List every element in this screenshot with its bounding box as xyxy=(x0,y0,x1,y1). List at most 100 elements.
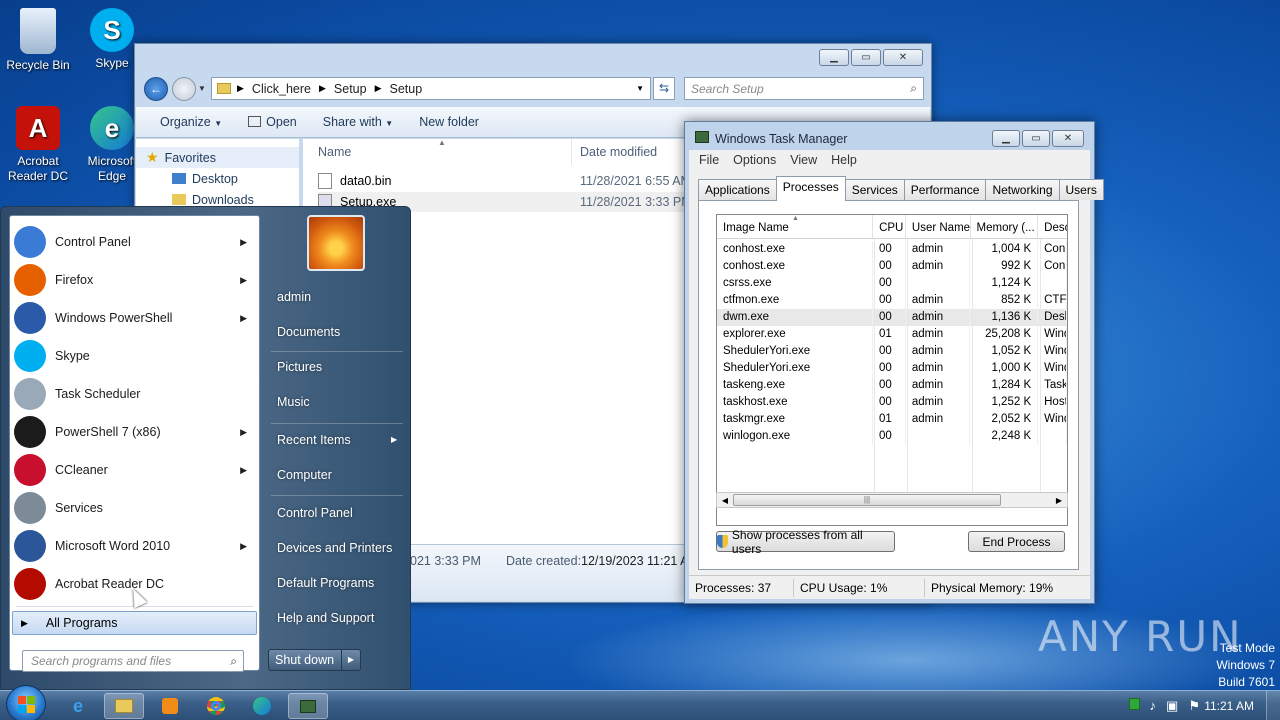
breadcrumb-item[interactable]: Setup xyxy=(334,82,367,96)
address-dropdown-icon[interactable]: ▼ xyxy=(636,84,644,93)
start-program-control-panel[interactable]: Control Panel ▶ xyxy=(14,224,257,260)
column-memory[interactable]: Memory (... xyxy=(971,215,1039,238)
start-right-item-help-and-support[interactable]: Help and Support xyxy=(269,603,407,634)
close-button[interactable]: ✕ xyxy=(883,49,923,66)
submenu-arrow-icon[interactable]: ▶ xyxy=(240,237,247,248)
tab-services[interactable]: Services xyxy=(844,179,905,200)
task-manager-taskbar-button[interactable] xyxy=(288,693,328,719)
tab-users[interactable]: Users xyxy=(1058,179,1104,200)
start-program-powershell7[interactable]: PowerShell 7 (x86) ▶ xyxy=(14,414,257,450)
desktop-icon-recycle-bin[interactable]: Recycle Bin xyxy=(0,8,76,73)
breadcrumb-item[interactable]: Setup xyxy=(390,82,423,96)
tab-performance[interactable]: Performance xyxy=(903,179,987,200)
submenu-arrow-icon[interactable]: ▶ xyxy=(391,435,397,444)
desktop-icon-acrobat[interactable]: A Acrobat Reader DC xyxy=(0,106,76,184)
recent-pages-dropdown[interactable]: ▼ xyxy=(198,84,206,93)
submenu-arrow-icon[interactable]: ▶ xyxy=(240,275,247,286)
show-all-processes-button[interactable]: Show processes from all users xyxy=(716,528,895,556)
process-row[interactable]: csrss.exe 00 1,124 K xyxy=(717,275,1067,292)
start-program-skype[interactable]: Skype xyxy=(14,338,257,374)
menu-help[interactable]: Help xyxy=(831,153,857,167)
process-row[interactable]: taskhost.exe 00 admin 1,252 K Host xyxy=(717,394,1067,411)
submenu-arrow-icon[interactable]: ▶ xyxy=(240,313,247,324)
process-row[interactable]: conhost.exe 00 admin 992 K Con xyxy=(717,258,1067,275)
start-button[interactable] xyxy=(6,685,46,720)
chrome-taskbar-button[interactable] xyxy=(196,693,236,719)
submenu-arrow-icon[interactable]: ▶ xyxy=(240,465,247,476)
nav-desktop[interactable]: Desktop xyxy=(136,168,299,189)
process-row[interactable]: taskeng.exe 00 admin 1,284 K Task xyxy=(717,377,1067,394)
menu-options[interactable]: Options xyxy=(733,153,776,167)
process-row[interactable]: ShedulerYori.exe00admin1,000 KWind xyxy=(717,360,1067,377)
tab-networking[interactable]: Networking xyxy=(985,179,1060,200)
scroll-left-icon[interactable]: ◀ xyxy=(717,496,733,505)
start-program-powershell[interactable]: Windows PowerShell ▶ xyxy=(14,300,257,336)
scroll-right-icon[interactable]: ▶ xyxy=(1051,496,1067,505)
start-right-item-control-panel[interactable]: Control Panel xyxy=(269,498,407,529)
start-program-firefox[interactable]: Firefox ▶ xyxy=(14,262,257,298)
network-icon[interactable]: ▣ xyxy=(1166,698,1178,714)
explorer-taskbar-button[interactable] xyxy=(104,693,144,719)
back-button[interactable]: ← xyxy=(144,77,168,101)
start-program-word[interactable]: Microsoft Word 2010 ▶ xyxy=(14,528,257,564)
action-center-flag-icon[interactable]: ⚑ xyxy=(1188,698,1200,714)
process-row[interactable]: conhost.exe 00 admin 1,004 K Con xyxy=(717,241,1067,258)
horizontal-scrollbar[interactable]: ◀ ||| ▶ xyxy=(716,492,1068,508)
media-player-taskbar-button[interactable] xyxy=(150,693,190,719)
start-program-ccleaner[interactable]: CCleaner ▶ xyxy=(14,452,257,488)
start-right-item-pictures[interactable]: Pictures xyxy=(269,352,407,383)
scrollbar-thumb[interactable]: ||| xyxy=(733,494,1001,506)
process-row[interactable]: ShedulerYori.exe00admin1,052 KWind xyxy=(717,343,1067,360)
open-button[interactable]: Open xyxy=(248,115,297,129)
ie-taskbar-button[interactable]: e xyxy=(58,693,98,719)
address-bar[interactable]: ▶ Click_here ▶ Setup ▶ Setup ▼ xyxy=(211,77,651,100)
organize-button[interactable]: Organize ▼ xyxy=(160,115,222,129)
column-header-date[interactable]: Date modified xyxy=(580,145,657,159)
start-right-item-devices-and-printers[interactable]: Devices and Printers xyxy=(269,533,407,564)
all-programs-button[interactable]: ▶ All Programs xyxy=(12,611,257,635)
start-right-item-default-programs[interactable]: Default Programs xyxy=(269,568,407,599)
forward-button[interactable] xyxy=(172,77,196,101)
start-right-item-computer[interactable]: Computer xyxy=(269,460,407,491)
column-description[interactable]: Desc xyxy=(1038,215,1067,238)
tab-applications[interactable]: Applications xyxy=(698,179,777,200)
column-cpu[interactable]: CPU xyxy=(873,215,906,238)
tab-processes[interactable]: Processes xyxy=(775,176,846,201)
show-desktop-button[interactable] xyxy=(1266,691,1280,720)
process-row[interactable]: winlogon.exe 00 2,248 K xyxy=(717,428,1067,445)
minimize-button[interactable]: ▁ xyxy=(819,49,849,66)
process-list[interactable]: Image Name CPU User Name Memory (... Des… xyxy=(716,214,1068,526)
start-right-item-music[interactable]: Music xyxy=(269,387,407,418)
new-folder-button[interactable]: New folder xyxy=(419,115,479,129)
breadcrumb-item[interactable]: Click_here xyxy=(252,82,311,96)
submenu-arrow-icon[interactable]: ▶ xyxy=(240,541,247,552)
network-status-icon[interactable] xyxy=(1128,698,1140,710)
column-user-name[interactable]: User Name xyxy=(906,215,971,238)
start-right-item-admin[interactable]: admin xyxy=(269,282,407,313)
menu-view[interactable]: View xyxy=(790,153,817,167)
maximize-button[interactable]: ▭ xyxy=(1022,130,1050,147)
user-picture[interactable] xyxy=(307,215,365,271)
start-right-item-recent-items[interactable]: Recent Items xyxy=(269,425,407,456)
share-with-button[interactable]: Share with ▼ xyxy=(323,115,393,129)
start-search-input[interactable]: Search programs and files xyxy=(31,654,171,668)
shutdown-button[interactable]: Shut down ▶ xyxy=(268,649,361,671)
search-input[interactable]: Search Setup xyxy=(691,82,764,96)
process-row[interactable]: taskmgr.exe01admin2,052 KWind xyxy=(717,411,1067,428)
nav-favorites[interactable]: ★ Favorites xyxy=(136,147,299,168)
process-row[interactable]: dwm.exe00admin1,136 KDesk xyxy=(717,309,1067,326)
process-row[interactable]: ctfmon.exe 00 admin 852 K CTF xyxy=(717,292,1067,309)
start-program-services[interactable]: Services xyxy=(14,490,257,526)
maximize-button[interactable]: ▭ xyxy=(851,49,881,66)
shutdown-options-arrow[interactable]: ▶ xyxy=(341,650,360,670)
start-search-box[interactable]: Search programs and files ⌕ xyxy=(22,650,244,672)
end-process-button[interactable]: End Process xyxy=(968,531,1065,552)
process-row[interactable]: explorer.exe01admin25,208 KWind xyxy=(717,326,1067,343)
close-button[interactable]: ✕ xyxy=(1052,130,1084,147)
start-program-task-scheduler[interactable]: Task Scheduler xyxy=(14,376,257,412)
menu-file[interactable]: File xyxy=(699,153,719,167)
search-box[interactable]: Search Setup ⌕ xyxy=(684,77,924,100)
refresh-button[interactable]: ⇆ xyxy=(653,77,675,100)
edge-taskbar-button[interactable] xyxy=(242,693,282,719)
start-right-item-documents[interactable]: Documents xyxy=(269,317,407,348)
